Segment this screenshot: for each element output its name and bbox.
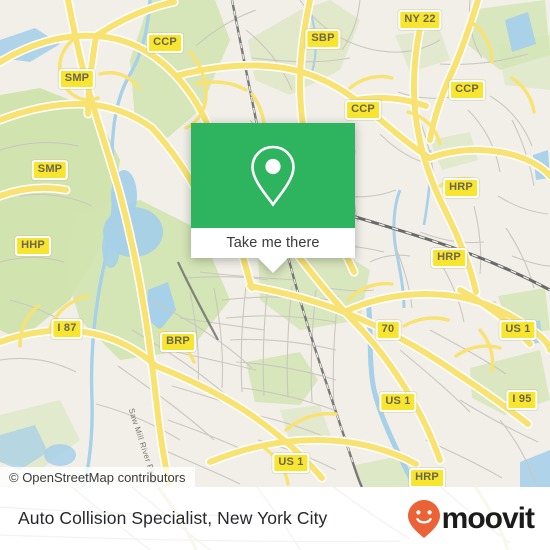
moovit-smiley-pin-icon	[407, 499, 440, 538]
road-shield[interactable]: US 1	[499, 320, 537, 340]
map-page: Saw Mill River Pkwy CCP SMP SBP NY 22 CC…	[0, 0, 550, 550]
take-me-there-label: Take me there	[226, 235, 320, 251]
road-shield[interactable]: HRP	[409, 468, 445, 487]
road-shield[interactable]: CCP	[449, 80, 485, 100]
road-shield[interactable]: US 1	[379, 392, 417, 412]
road-shield[interactable]: SMP	[31, 160, 69, 180]
location-popup[interactable]: Take me there	[191, 123, 355, 273]
road-shield[interactable]: NY 22	[398, 10, 442, 30]
map-pin-icon	[251, 145, 295, 207]
road-shield[interactable]: 70	[375, 320, 401, 340]
moovit-wordmark: moovit	[441, 501, 535, 535]
road-shield[interactable]: SMP	[58, 69, 96, 89]
moovit-brand[interactable]: moovit	[407, 499, 535, 539]
map-canvas[interactable]: Saw Mill River Pkwy CCP SMP SBP NY 22 CC…	[0, 0, 550, 487]
road-shield[interactable]: CCP	[345, 100, 381, 120]
take-me-there-button[interactable]: Take me there	[191, 228, 355, 258]
footer-bar: Auto Collision Specialist, New York City…	[0, 487, 550, 550]
road-shield[interactable]: US 1	[272, 453, 310, 473]
road-shield[interactable]: SBP	[305, 29, 341, 49]
road-shield[interactable]: BRP	[160, 332, 196, 352]
road-shield[interactable]: HRP	[443, 178, 479, 198]
road-shield[interactable]: I 87	[51, 319, 83, 339]
road-shield[interactable]: HRP	[431, 248, 467, 268]
road-shield[interactable]: I 95	[506, 390, 538, 410]
road-shield[interactable]: HHP	[15, 236, 51, 256]
footer-place-title: Auto Collision Specialist, New York City	[18, 508, 328, 528]
osm-attribution[interactable]: © OpenStreetMap contributors	[0, 467, 195, 487]
popup-pointer	[258, 258, 288, 273]
popup-icon-area	[191, 123, 355, 228]
road-shield[interactable]: CCP	[147, 33, 183, 53]
